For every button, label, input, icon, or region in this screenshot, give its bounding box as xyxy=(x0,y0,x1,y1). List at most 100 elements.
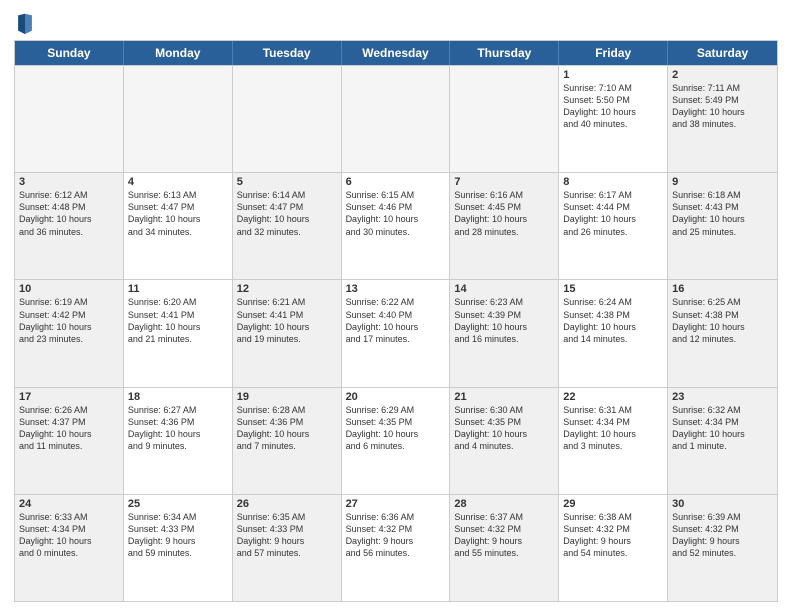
day-number: 7 xyxy=(454,176,554,188)
day-number: 21 xyxy=(454,391,554,403)
calendar-cell-21: 21Sunrise: 6:30 AM Sunset: 4:35 PM Dayli… xyxy=(450,388,559,494)
day-number: 12 xyxy=(237,283,337,295)
day-number: 26 xyxy=(237,498,337,510)
day-info: Sunrise: 6:19 AM Sunset: 4:42 PM Dayligh… xyxy=(19,296,119,345)
calendar-row-1: 3Sunrise: 6:12 AM Sunset: 4:48 PM Daylig… xyxy=(15,172,777,279)
day-number: 22 xyxy=(563,391,663,403)
calendar-row-2: 10Sunrise: 6:19 AM Sunset: 4:42 PM Dayli… xyxy=(15,279,777,386)
day-number: 30 xyxy=(672,498,773,510)
calendar-cell-18: 18Sunrise: 6:27 AM Sunset: 4:36 PM Dayli… xyxy=(124,388,233,494)
calendar-cell-5: 5Sunrise: 6:14 AM Sunset: 4:47 PM Daylig… xyxy=(233,173,342,279)
calendar-cell-15: 15Sunrise: 6:24 AM Sunset: 4:38 PM Dayli… xyxy=(559,280,668,386)
calendar-cell-24: 24Sunrise: 6:33 AM Sunset: 4:34 PM Dayli… xyxy=(15,495,124,601)
logo-icon xyxy=(16,12,34,34)
day-number: 27 xyxy=(346,498,446,510)
calendar-cell-22: 22Sunrise: 6:31 AM Sunset: 4:34 PM Dayli… xyxy=(559,388,668,494)
calendar-cell-3: 3Sunrise: 6:12 AM Sunset: 4:48 PM Daylig… xyxy=(15,173,124,279)
calendar-cell-9: 9Sunrise: 6:18 AM Sunset: 4:43 PM Daylig… xyxy=(668,173,777,279)
calendar-cell-11: 11Sunrise: 6:20 AM Sunset: 4:41 PM Dayli… xyxy=(124,280,233,386)
calendar-cell-26: 26Sunrise: 6:35 AM Sunset: 4:33 PM Dayli… xyxy=(233,495,342,601)
header-day-thursday: Thursday xyxy=(450,41,559,65)
day-info: Sunrise: 6:29 AM Sunset: 4:35 PM Dayligh… xyxy=(346,404,446,453)
day-info: Sunrise: 6:39 AM Sunset: 4:32 PM Dayligh… xyxy=(672,511,773,560)
calendar-cell-empty-0-1 xyxy=(124,66,233,172)
calendar-cell-20: 20Sunrise: 6:29 AM Sunset: 4:35 PM Dayli… xyxy=(342,388,451,494)
calendar-cell-14: 14Sunrise: 6:23 AM Sunset: 4:39 PM Dayli… xyxy=(450,280,559,386)
calendar-cell-13: 13Sunrise: 6:22 AM Sunset: 4:40 PM Dayli… xyxy=(342,280,451,386)
day-info: Sunrise: 6:21 AM Sunset: 4:41 PM Dayligh… xyxy=(237,296,337,345)
calendar-cell-7: 7Sunrise: 6:16 AM Sunset: 4:45 PM Daylig… xyxy=(450,173,559,279)
day-number: 9 xyxy=(672,176,773,188)
day-info: Sunrise: 6:28 AM Sunset: 4:36 PM Dayligh… xyxy=(237,404,337,453)
calendar-cell-empty-0-3 xyxy=(342,66,451,172)
calendar-cell-27: 27Sunrise: 6:36 AM Sunset: 4:32 PM Dayli… xyxy=(342,495,451,601)
day-info: Sunrise: 6:23 AM Sunset: 4:39 PM Dayligh… xyxy=(454,296,554,345)
day-info: Sunrise: 7:10 AM Sunset: 5:50 PM Dayligh… xyxy=(563,82,663,131)
header xyxy=(14,10,778,34)
day-info: Sunrise: 6:20 AM Sunset: 4:41 PM Dayligh… xyxy=(128,296,228,345)
day-number: 17 xyxy=(19,391,119,403)
day-number: 29 xyxy=(563,498,663,510)
day-info: Sunrise: 6:24 AM Sunset: 4:38 PM Dayligh… xyxy=(563,296,663,345)
calendar-cell-6: 6Sunrise: 6:15 AM Sunset: 4:46 PM Daylig… xyxy=(342,173,451,279)
day-info: Sunrise: 6:37 AM Sunset: 4:32 PM Dayligh… xyxy=(454,511,554,560)
calendar-cell-empty-0-0 xyxy=(15,66,124,172)
calendar-cell-8: 8Sunrise: 6:17 AM Sunset: 4:44 PM Daylig… xyxy=(559,173,668,279)
calendar-cell-23: 23Sunrise: 6:32 AM Sunset: 4:34 PM Dayli… xyxy=(668,388,777,494)
calendar-row-3: 17Sunrise: 6:26 AM Sunset: 4:37 PM Dayli… xyxy=(15,387,777,494)
day-number: 2 xyxy=(672,69,773,81)
calendar-body: 1Sunrise: 7:10 AM Sunset: 5:50 PM Daylig… xyxy=(15,65,777,601)
day-number: 16 xyxy=(672,283,773,295)
day-info: Sunrise: 6:35 AM Sunset: 4:33 PM Dayligh… xyxy=(237,511,337,560)
header-day-tuesday: Tuesday xyxy=(233,41,342,65)
calendar-header: SundayMondayTuesdayWednesdayThursdayFrid… xyxy=(15,41,777,65)
header-day-wednesday: Wednesday xyxy=(342,41,451,65)
day-number: 15 xyxy=(563,283,663,295)
day-number: 11 xyxy=(128,283,228,295)
day-info: Sunrise: 6:13 AM Sunset: 4:47 PM Dayligh… xyxy=(128,189,228,238)
day-info: Sunrise: 7:11 AM Sunset: 5:49 PM Dayligh… xyxy=(672,82,773,131)
calendar-cell-10: 10Sunrise: 6:19 AM Sunset: 4:42 PM Dayli… xyxy=(15,280,124,386)
day-info: Sunrise: 6:16 AM Sunset: 4:45 PM Dayligh… xyxy=(454,189,554,238)
day-number: 10 xyxy=(19,283,119,295)
day-info: Sunrise: 6:17 AM Sunset: 4:44 PM Dayligh… xyxy=(563,189,663,238)
day-info: Sunrise: 6:31 AM Sunset: 4:34 PM Dayligh… xyxy=(563,404,663,453)
day-number: 8 xyxy=(563,176,663,188)
day-info: Sunrise: 6:15 AM Sunset: 4:46 PM Dayligh… xyxy=(346,189,446,238)
day-number: 4 xyxy=(128,176,228,188)
day-info: Sunrise: 6:14 AM Sunset: 4:47 PM Dayligh… xyxy=(237,189,337,238)
calendar-cell-empty-0-4 xyxy=(450,66,559,172)
day-info: Sunrise: 6:34 AM Sunset: 4:33 PM Dayligh… xyxy=(128,511,228,560)
calendar-cell-16: 16Sunrise: 6:25 AM Sunset: 4:38 PM Dayli… xyxy=(668,280,777,386)
day-info: Sunrise: 6:33 AM Sunset: 4:34 PM Dayligh… xyxy=(19,511,119,560)
calendar-cell-29: 29Sunrise: 6:38 AM Sunset: 4:32 PM Dayli… xyxy=(559,495,668,601)
day-number: 23 xyxy=(672,391,773,403)
day-number: 6 xyxy=(346,176,446,188)
day-info: Sunrise: 6:26 AM Sunset: 4:37 PM Dayligh… xyxy=(19,404,119,453)
calendar-row-4: 24Sunrise: 6:33 AM Sunset: 4:34 PM Dayli… xyxy=(15,494,777,601)
header-day-sunday: Sunday xyxy=(15,41,124,65)
day-number: 25 xyxy=(128,498,228,510)
day-info: Sunrise: 6:25 AM Sunset: 4:38 PM Dayligh… xyxy=(672,296,773,345)
day-number: 18 xyxy=(128,391,228,403)
calendar-cell-12: 12Sunrise: 6:21 AM Sunset: 4:41 PM Dayli… xyxy=(233,280,342,386)
day-number: 20 xyxy=(346,391,446,403)
day-info: Sunrise: 6:18 AM Sunset: 4:43 PM Dayligh… xyxy=(672,189,773,238)
page: SundayMondayTuesdayWednesdayThursdayFrid… xyxy=(0,0,792,612)
day-info: Sunrise: 6:12 AM Sunset: 4:48 PM Dayligh… xyxy=(19,189,119,238)
day-number: 28 xyxy=(454,498,554,510)
day-number: 14 xyxy=(454,283,554,295)
day-number: 19 xyxy=(237,391,337,403)
calendar: SundayMondayTuesdayWednesdayThursdayFrid… xyxy=(14,40,778,602)
day-info: Sunrise: 6:27 AM Sunset: 4:36 PM Dayligh… xyxy=(128,404,228,453)
header-day-monday: Monday xyxy=(124,41,233,65)
day-number: 5 xyxy=(237,176,337,188)
calendar-cell-28: 28Sunrise: 6:37 AM Sunset: 4:32 PM Dayli… xyxy=(450,495,559,601)
calendar-cell-4: 4Sunrise: 6:13 AM Sunset: 4:47 PM Daylig… xyxy=(124,173,233,279)
header-day-saturday: Saturday xyxy=(668,41,777,65)
day-info: Sunrise: 6:36 AM Sunset: 4:32 PM Dayligh… xyxy=(346,511,446,560)
calendar-cell-1: 1Sunrise: 7:10 AM Sunset: 5:50 PM Daylig… xyxy=(559,66,668,172)
day-number: 24 xyxy=(19,498,119,510)
calendar-cell-30: 30Sunrise: 6:39 AM Sunset: 4:32 PM Dayli… xyxy=(668,495,777,601)
logo xyxy=(14,14,34,34)
